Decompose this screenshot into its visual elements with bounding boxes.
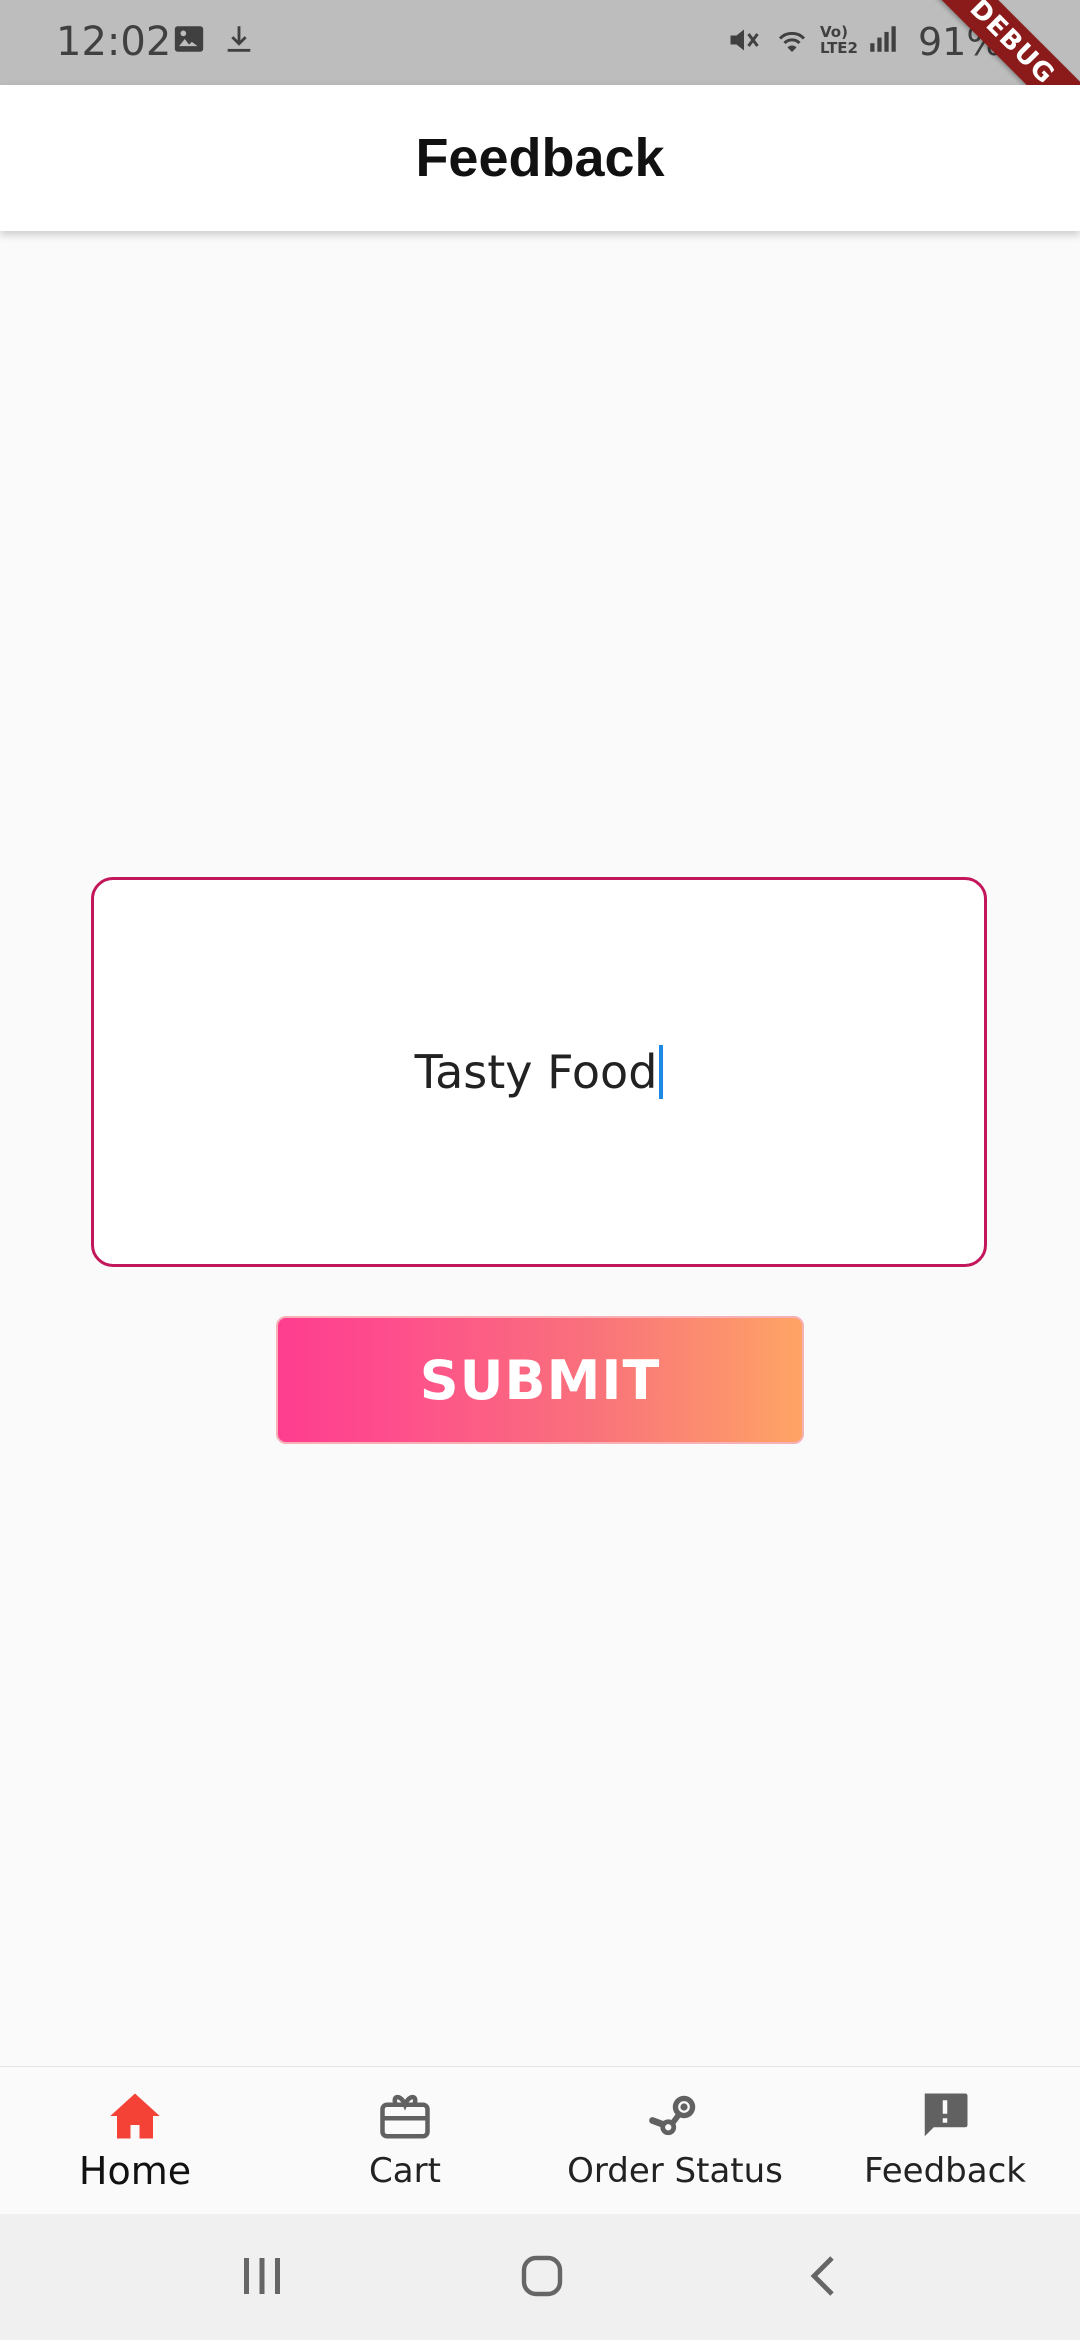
volte-icon: Vo) LTE2 [820,23,858,57]
home-icon [108,2089,162,2143]
submit-button[interactable]: SUBMIT [276,1316,804,1444]
wifi-icon [772,22,812,63]
home-circle-icon[interactable] [518,2252,566,2305]
nav-label-feedback: Feedback [864,2151,1026,2191]
app-bar: Feedback [0,85,1080,231]
mute-icon [726,22,762,63]
recents-icon[interactable] [240,2252,284,2305]
back-icon[interactable] [804,2252,844,2305]
nav-item-feedback[interactable]: Feedback [810,2067,1080,2215]
bottom-navigation: Home Cart Order Status Feedback [0,2066,1080,2215]
gallery-icon [172,22,206,61]
signal-icon [866,22,900,61]
feedback-input-value: Tasty Food [414,1045,658,1099]
nav-label-home: Home [78,2149,192,2193]
nav-label-order-status: Order Status [567,2151,783,2191]
nav-item-order-status[interactable]: Order Status [540,2067,810,2215]
page-title: Feedback [415,128,665,188]
feedback-input[interactable]: Tasty Food [91,877,987,1267]
system-navigation-bar [0,2214,1080,2340]
nav-item-home[interactable]: Home [0,2067,270,2215]
nav-item-cart[interactable]: Cart [270,2067,540,2215]
cart-icon [378,2089,432,2143]
nav-label-cart: Cart [369,2151,441,2191]
steam-icon [646,2089,704,2143]
status-bar: 12:02 Vo) LTE2 91% DEBUG [0,0,1080,149]
status-time: 12:02 [56,19,172,65]
text-caret [659,1045,664,1099]
feedback-icon [918,2089,972,2143]
download-icon [222,22,256,61]
